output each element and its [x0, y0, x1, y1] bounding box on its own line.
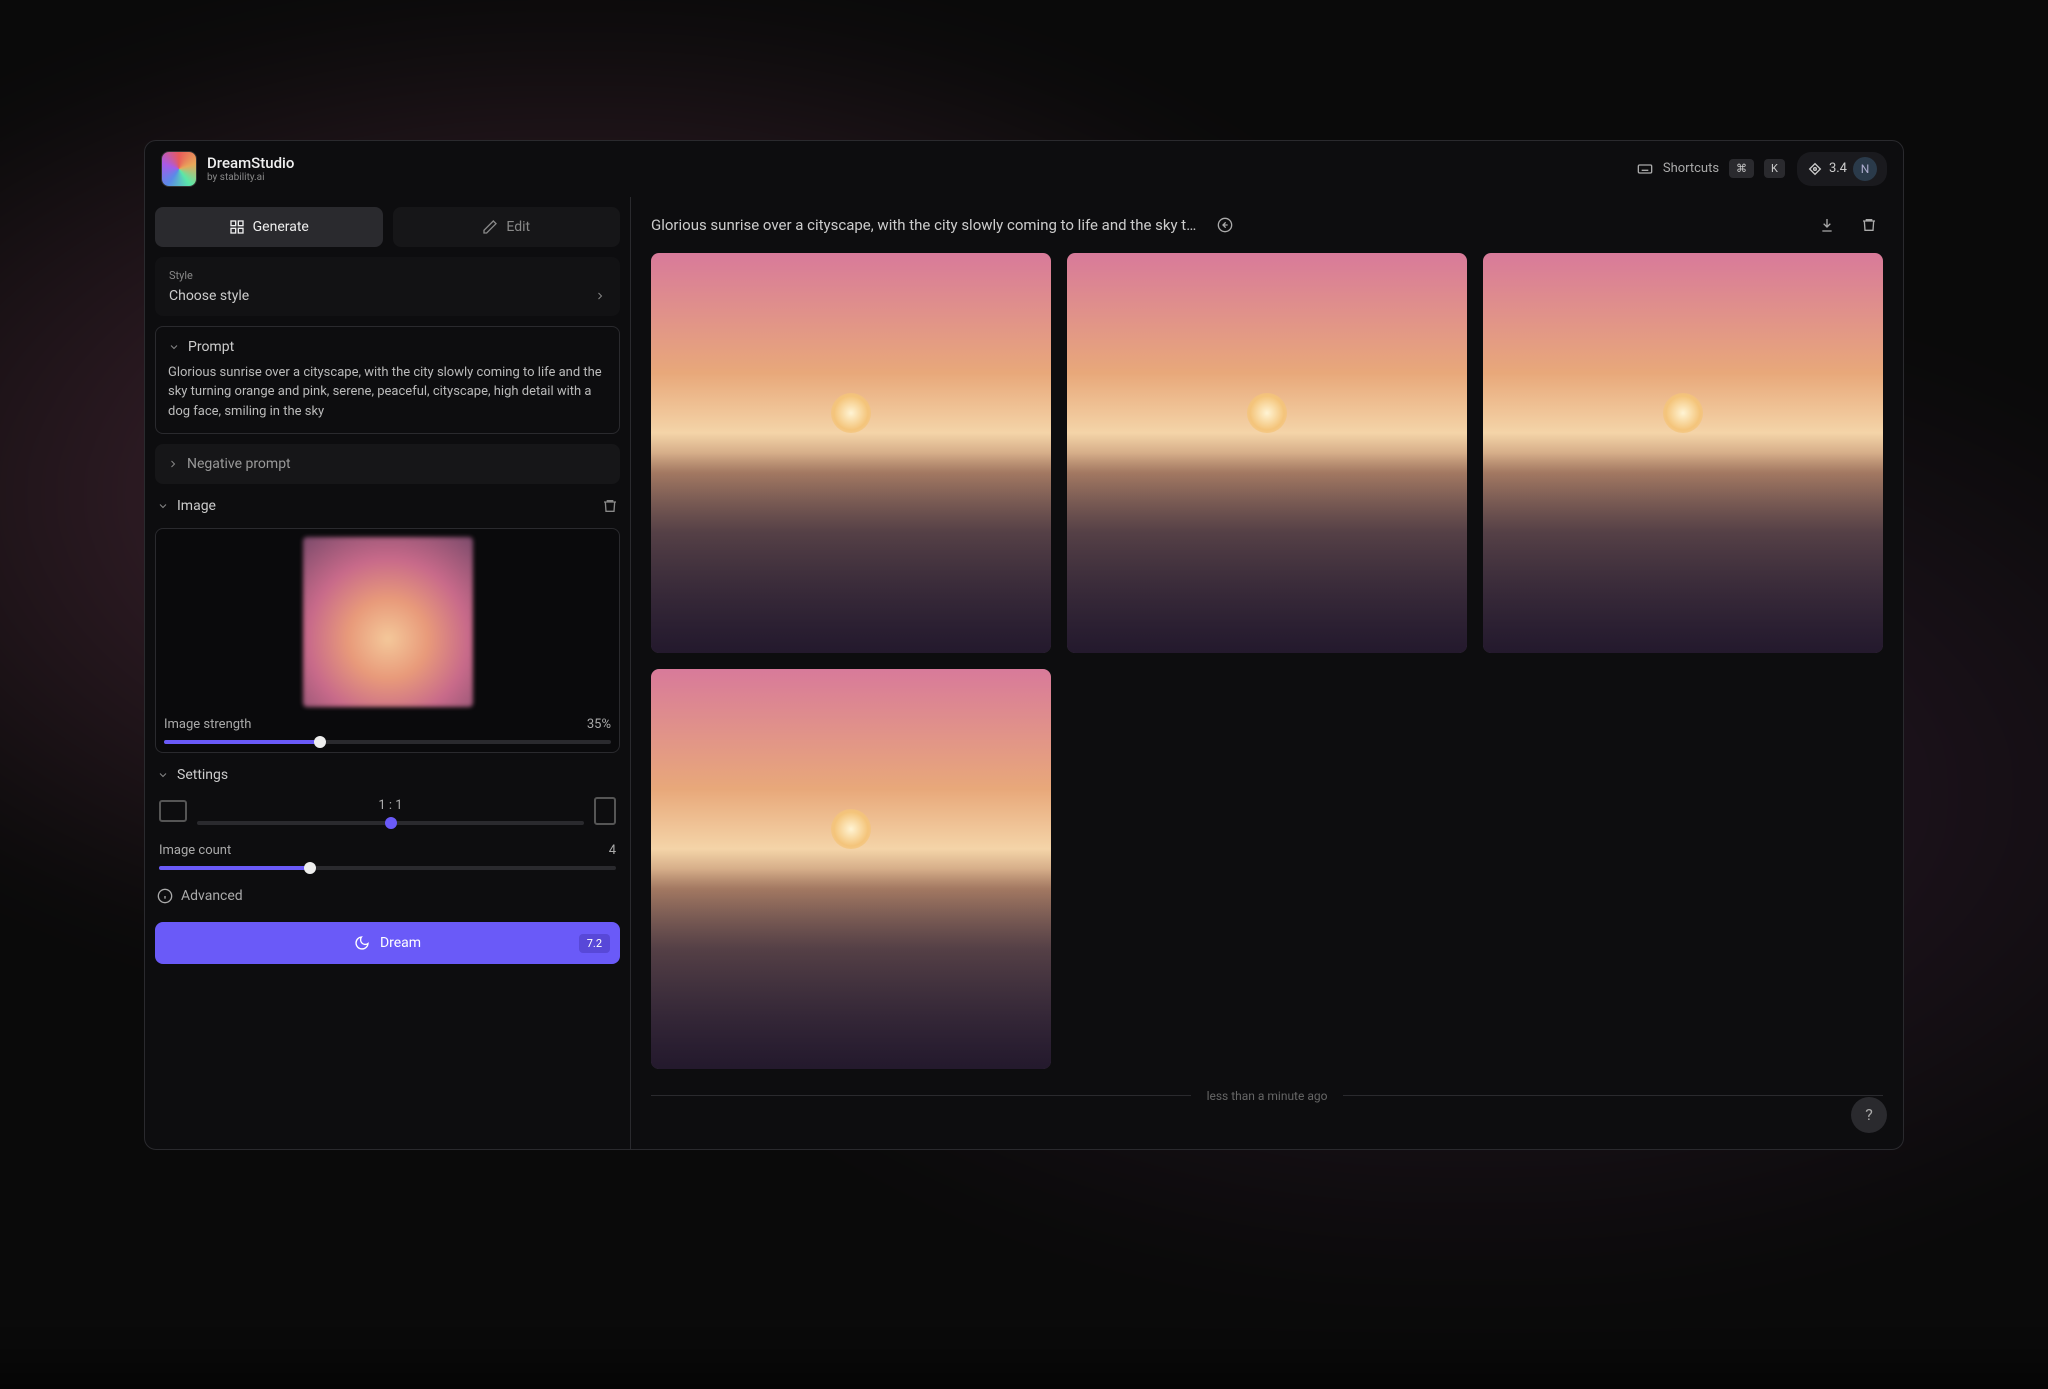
negative-prompt-panel[interactable]: Negative prompt [155, 444, 620, 484]
result-image[interactable] [1067, 253, 1467, 653]
kbd-cmd: ⌘ [1729, 159, 1754, 178]
result-image[interactable] [1483, 253, 1883, 653]
info-icon [157, 888, 173, 904]
delete-button[interactable] [1855, 211, 1883, 239]
keyboard-icon [1637, 161, 1653, 177]
image-count-label: Image count [159, 843, 231, 858]
result-image[interactable] [651, 253, 1051, 653]
moon-icon [354, 935, 370, 951]
trash-icon [1861, 217, 1877, 233]
settings-section-toggle[interactable]: Settings [155, 763, 620, 787]
aspect-ratio-value: 1 : 1 [197, 798, 584, 813]
credits-pill[interactable]: 3.4 N [1797, 152, 1887, 186]
ratio-portrait-icon[interactable] [594, 797, 616, 825]
chevron-right-icon [167, 458, 179, 470]
chevron-right-icon [594, 290, 606, 302]
image-strength-slider[interactable] [164, 740, 611, 744]
download-button[interactable] [1813, 211, 1841, 239]
style-selector[interactable]: Style Choose style [155, 257, 620, 316]
prompt-text[interactable]: Glorious sunrise over a cityscape, with … [168, 363, 607, 422]
tab-edit[interactable]: Edit [393, 207, 621, 247]
chevron-down-icon [168, 341, 180, 353]
app-logo [161, 151, 197, 187]
result-title: Glorious sunrise over a cityscape, with … [651, 216, 1197, 234]
back-button[interactable] [1211, 211, 1239, 239]
ratio-landscape-icon[interactable] [159, 800, 187, 822]
image-preview[interactable] [303, 537, 473, 707]
arrow-left-icon [1217, 217, 1233, 233]
download-icon [1819, 217, 1835, 233]
image-preview-panel: Image strength 35% [155, 528, 620, 753]
user-avatar[interactable]: N [1853, 157, 1877, 181]
image-strength-label: Image strength [164, 717, 251, 732]
result-image[interactable] [651, 669, 1051, 1069]
kbd-k: K [1764, 159, 1785, 178]
image-section-toggle[interactable]: Image [155, 494, 620, 518]
tag-icon [1807, 161, 1823, 177]
grid-icon [229, 219, 245, 235]
dream-cost: 7.2 [579, 934, 610, 953]
image-count-value: 4 [609, 843, 616, 858]
tab-generate[interactable]: Generate [155, 207, 383, 247]
dream-button[interactable]: Dream 7.2 [155, 922, 620, 964]
aspect-ratio-slider[interactable] [197, 821, 584, 825]
shortcuts-button[interactable]: Shortcuts ⌘ K [1637, 159, 1785, 178]
image-count-slider[interactable] [159, 866, 616, 870]
help-button[interactable]: ? [1851, 1097, 1887, 1133]
edit-icon [482, 219, 498, 235]
advanced-toggle[interactable]: Advanced [155, 880, 620, 912]
image-strength-value: 35% [587, 717, 611, 732]
timestamp: less than a minute ago [1207, 1089, 1328, 1103]
trash-icon[interactable] [602, 498, 618, 514]
chevron-down-icon [157, 769, 169, 781]
chevron-down-icon [157, 500, 169, 512]
app-subtitle: by stability.ai [207, 172, 294, 183]
app-title: DreamStudio [207, 154, 294, 172]
prompt-panel[interactable]: Prompt Glorious sunrise over a cityscape… [155, 326, 620, 435]
